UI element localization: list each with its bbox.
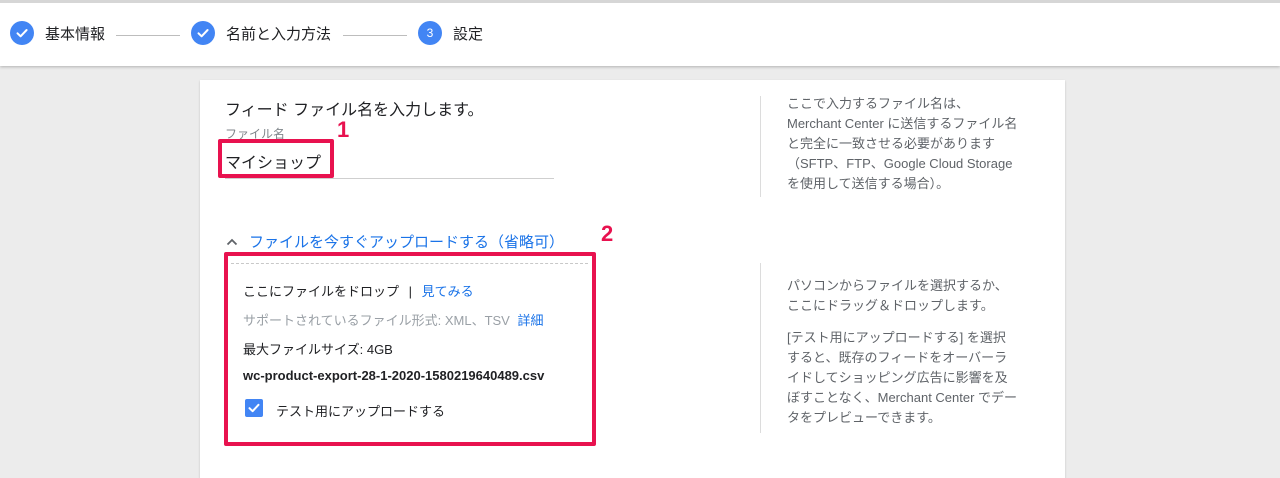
- stepper-header: 基本情報 名前と入力方法 3 設定: [0, 0, 1280, 66]
- step-number-badge: 3: [418, 21, 442, 45]
- step-connector: [116, 35, 180, 36]
- help-line: ここで入力するファイル名は、: [787, 96, 970, 111]
- chevron-up-icon: [226, 238, 238, 245]
- help-line: Merchant Center に送信するファイル名: [787, 116, 1018, 131]
- help-line: ぼすことなく、Merchant Center でデー: [787, 390, 1018, 405]
- upload-help: パソコンからファイルを選択するか、 ここにドラッグ＆ドロップします。 [テスト用…: [787, 276, 1037, 428]
- help-line: と完全に一致させる必要があります: [787, 136, 996, 151]
- step-label: 設定: [453, 25, 484, 43]
- help-spacer: [787, 316, 1037, 328]
- step-complete-check-icon: [10, 21, 34, 45]
- help-line: ここにドラッグ＆ドロップします。: [787, 298, 994, 313]
- step-name-and-input[interactable]: 名前と入力方法: [191, 19, 331, 47]
- upload-now-toggle[interactable]: ファイルを今すぐアップロードする（省略可）: [225, 231, 564, 252]
- step-settings[interactable]: 3 設定: [418, 19, 483, 47]
- annotation-marker-1: 1: [337, 117, 350, 142]
- help-divider: [760, 263, 761, 433]
- help-line: タをプレビューできます。: [787, 410, 941, 425]
- help-line: （SFTP、FTP、Google Cloud Storage: [787, 156, 1013, 171]
- help-line: パソコンからファイルを選択するか、: [787, 278, 1008, 293]
- file-name-underline: [225, 178, 554, 179]
- help-divider: [760, 96, 761, 197]
- step-label: 基本情報: [45, 25, 106, 43]
- help-line: [テスト用にアップロードする] を選択: [787, 330, 1006, 345]
- step-connector: [343, 35, 407, 36]
- step-basic-info[interactable]: 基本情報: [10, 19, 105, 47]
- help-line: を使用して送信する場合）。: [787, 176, 950, 191]
- file-name-help: ここで入力するファイル名は、 Merchant Center に送信するファイル…: [787, 94, 1037, 194]
- help-line: すると、既存のフィードをオーバーラ: [787, 350, 1008, 365]
- step-label: 名前と入力方法: [226, 25, 332, 43]
- annotation-marker-2: 2: [601, 221, 614, 246]
- upload-now-label: ファイルを今すぐアップロードする（省略可）: [249, 234, 565, 251]
- section-title: フィード ファイル名を入力します。: [225, 102, 484, 119]
- annotation-box-upload: [224, 252, 596, 446]
- help-line: イドしてショッピング広告に影響を及: [787, 370, 1008, 385]
- annotation-box-file-name: [218, 139, 334, 178]
- step-complete-check-icon: [191, 21, 215, 45]
